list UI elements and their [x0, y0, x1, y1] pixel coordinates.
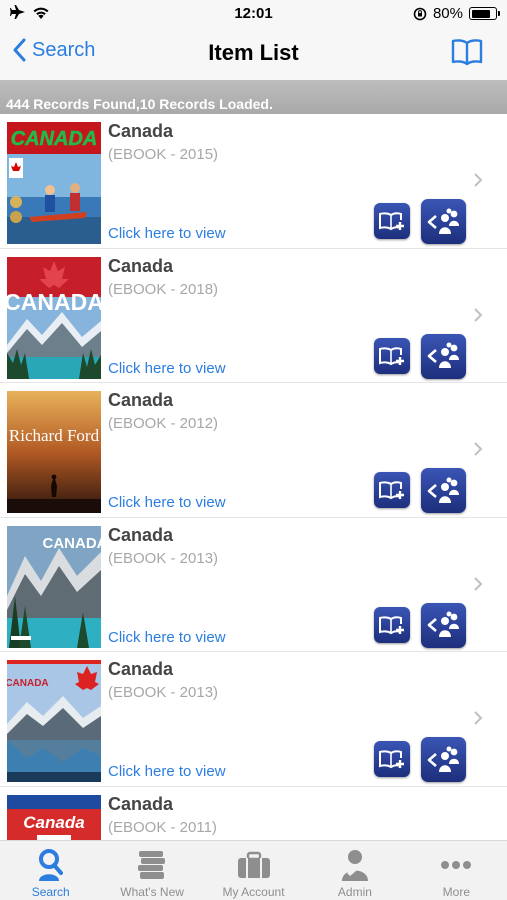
book-add-icon	[379, 615, 404, 634]
tab-my-account[interactable]: My Account	[203, 841, 304, 900]
briefcase-icon	[237, 847, 271, 883]
cover-title-text: CANADA	[7, 678, 49, 689]
chevron-right-icon	[474, 307, 483, 322]
cover-title-text: CANADA	[7, 289, 101, 315]
cover-title-text: Richard Ford	[9, 426, 100, 445]
add-to-bookshelf-button[interactable]	[374, 337, 410, 374]
tab-label: What's New	[120, 885, 184, 899]
battery-icon	[469, 7, 500, 20]
records-banner: 444 Records Found,10 Records Loaded.	[0, 80, 507, 114]
item-title: Canada	[108, 793, 174, 814]
add-to-bookshelf-button[interactable]	[374, 203, 410, 239]
share-button[interactable]	[421, 737, 466, 782]
nav-bar: Search Item List	[0, 30, 507, 80]
tab-admin[interactable]: Admin	[304, 841, 405, 900]
cover-title-text: CANADA	[43, 535, 102, 552]
tab-label: Search	[31, 885, 70, 899]
cover-title-text: CANADA	[11, 128, 98, 150]
more-dots-icon	[440, 847, 472, 883]
list-item[interactable]: CANADA Canada (EBOOK - 2013) Click here …	[0, 517, 507, 652]
share-people-icon	[427, 746, 459, 772]
chevron-right-icon	[474, 576, 483, 591]
view-link[interactable]: Click here to view	[108, 763, 226, 780]
list-item[interactable]: CANADA Canada (EBOOK - 2018) Click here …	[0, 248, 507, 383]
list-item[interactable]: Canada Canada (EBOOK - 2011)	[0, 786, 507, 840]
chevron-right-icon	[474, 442, 483, 456]
item-list[interactable]: CANADA Canada (EBOOK - 2015) Click here …	[0, 114, 507, 840]
tab-label: More	[442, 885, 470, 899]
book-add-icon	[379, 481, 404, 500]
item-title: Canada	[108, 524, 174, 545]
book-cover[interactable]: CANADA	[7, 660, 101, 782]
list-item[interactable]: CANADA Canada (EBOOK - 2013) Click here …	[0, 652, 507, 787]
list-item[interactable]: CANADA Canada (EBOOK - 2015) Click here …	[0, 114, 507, 249]
book-cover[interactable]: CANADA	[7, 525, 102, 648]
chevron-right-icon	[474, 173, 483, 187]
add-to-bookshelf-button[interactable]	[374, 472, 410, 508]
share-button[interactable]	[421, 602, 466, 648]
books-stack-icon	[137, 847, 167, 883]
item-format-year: (EBOOK - 2013)	[108, 549, 219, 567]
search-person-icon	[36, 847, 66, 883]
tab-bar: Search What's New My Account Admin More	[0, 840, 507, 900]
tab-label: My Account	[222, 885, 285, 899]
add-to-bookshelf-button[interactable]	[374, 741, 410, 777]
orientation-lock-icon	[413, 7, 427, 20]
share-button[interactable]	[421, 468, 466, 513]
share-people-icon	[427, 208, 459, 234]
item-title: Canada	[108, 255, 174, 276]
book-add-icon	[379, 346, 404, 365]
view-link[interactable]: Click here to view	[108, 629, 226, 646]
item-format-year: (EBOOK - 2015)	[108, 146, 219, 163]
item-title: Canada	[108, 121, 174, 141]
book-cover[interactable]: Richard Ford	[7, 391, 101, 513]
book-cover[interactable]: CANADA	[7, 256, 101, 379]
item-format-year: (EBOOK - 2011)	[108, 818, 217, 836]
admin-person-icon	[339, 847, 371, 883]
view-link[interactable]: Click here to view	[108, 360, 226, 377]
view-link[interactable]: Click here to view	[108, 494, 226, 511]
battery-percent: 80%	[432, 5, 463, 22]
share-people-icon	[427, 342, 459, 368]
book-add-icon	[379, 212, 404, 231]
open-book-icon	[451, 39, 483, 66]
tab-search[interactable]: Search	[0, 841, 101, 900]
battery-level	[471, 9, 490, 18]
status-bar: 12:01 80%	[0, 0, 507, 30]
item-format-year: (EBOOK - 2018)	[108, 280, 219, 298]
share-button[interactable]	[421, 333, 466, 379]
records-count-text: 444 Records Found,10 Records Loaded.	[6, 96, 273, 112]
share-button[interactable]	[421, 199, 466, 244]
book-cover[interactable]: CANADA	[7, 122, 101, 244]
item-format-year: (EBOOK - 2012)	[108, 415, 219, 432]
item-title: Canada	[108, 659, 174, 679]
tab-more[interactable]: More	[406, 841, 507, 900]
add-to-bookshelf-button[interactable]	[374, 606, 410, 643]
item-title: Canada	[108, 390, 174, 410]
book-add-icon	[379, 750, 404, 769]
bookshelf-button[interactable]	[451, 38, 483, 71]
chevron-right-icon	[474, 711, 483, 725]
cover-title-text: Canada	[23, 813, 84, 832]
book-cover[interactable]: Canada	[7, 794, 101, 840]
view-link[interactable]: Click here to view	[108, 225, 226, 242]
tab-label: Admin	[337, 885, 372, 899]
status-right: 80%	[413, 5, 500, 22]
share-people-icon	[427, 611, 459, 637]
list-item[interactable]: Richard Ford Canada (EBOOK - 2012) Click…	[0, 383, 507, 518]
item-format-year: (EBOOK - 2013)	[108, 684, 219, 701]
tab-whats-new[interactable]: What's New	[101, 841, 202, 900]
share-people-icon	[427, 477, 459, 503]
page-title: Item List	[208, 40, 299, 65]
